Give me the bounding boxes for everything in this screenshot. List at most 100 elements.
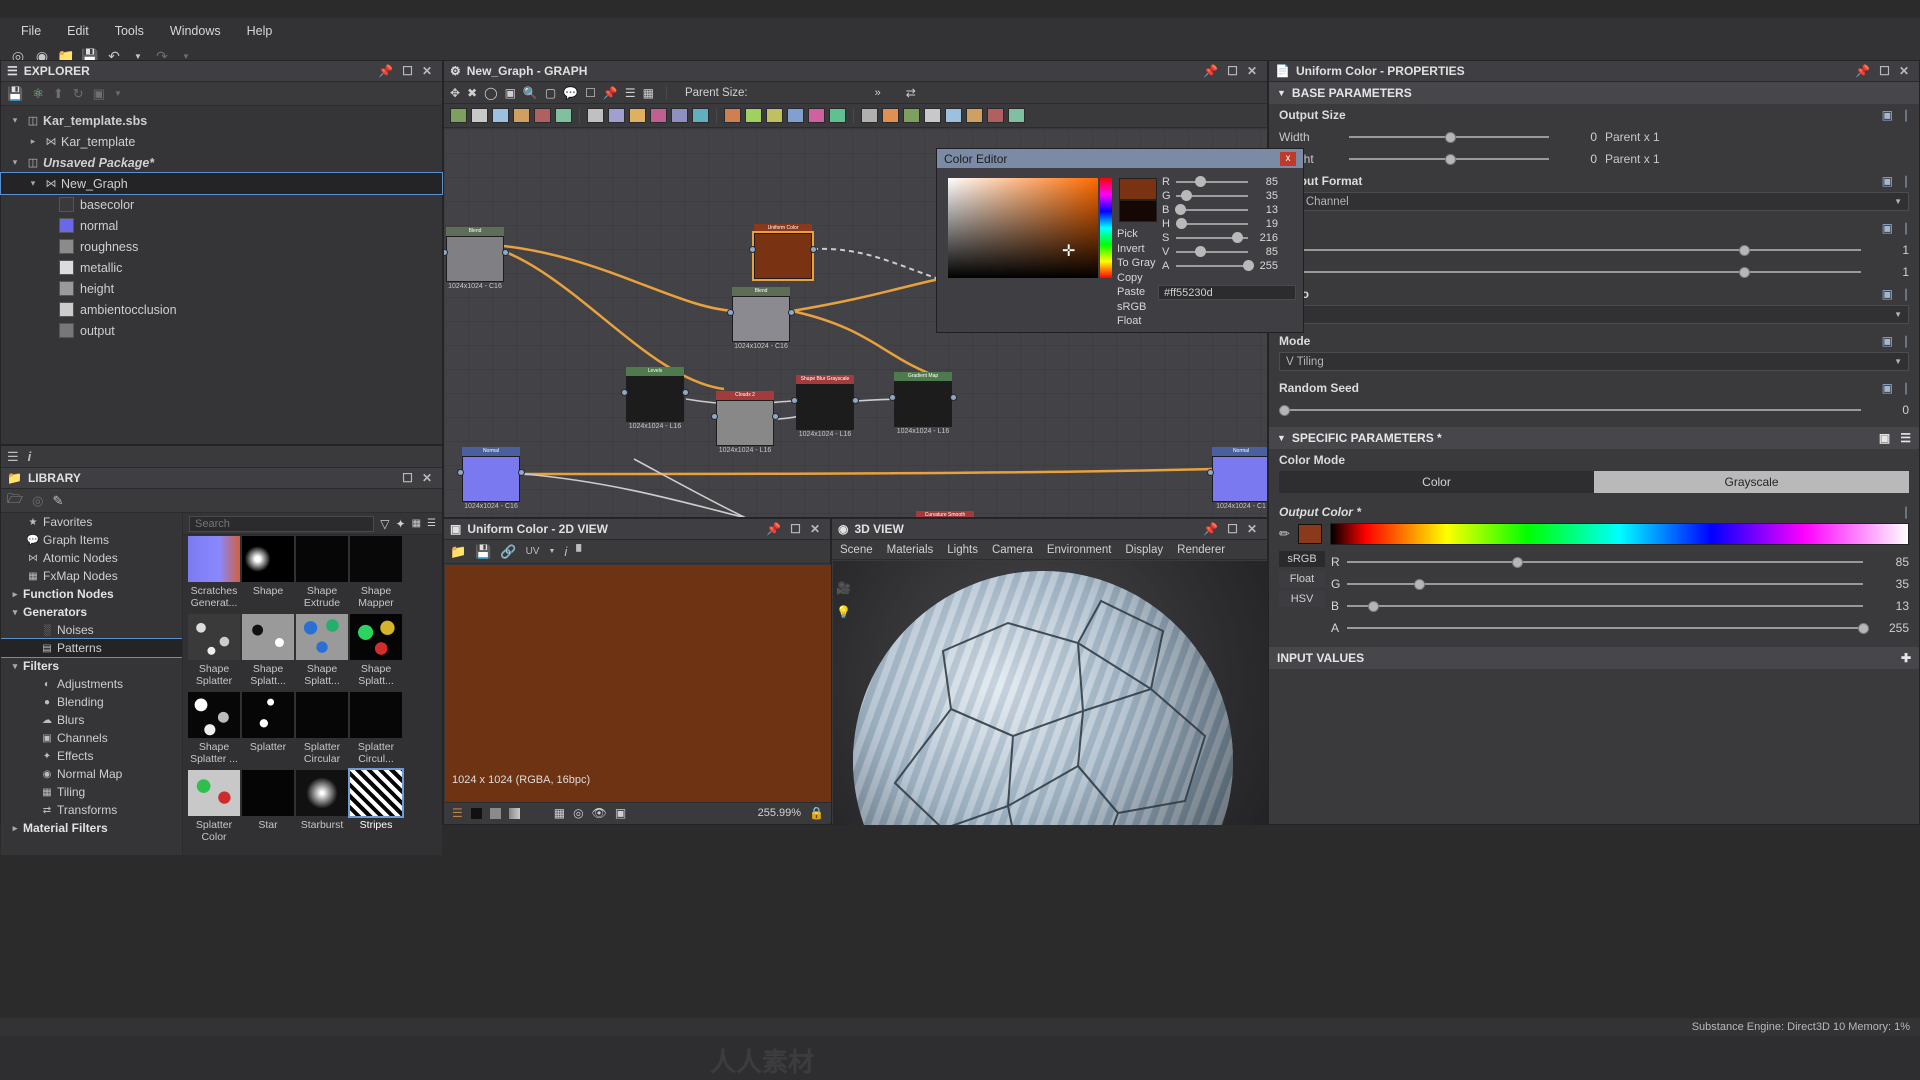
view2d-zoom[interactable]: 255.99% [758, 807, 801, 819]
channel-value[interactable]: 85 [1252, 246, 1278, 258]
graph-node-tool-14[interactable] [766, 108, 783, 123]
zoom-icon[interactable]: 🔍 [523, 86, 538, 100]
section-specific-parameters[interactable]: ▼ SPECIFIC PARAMETERS * ▣ ☰ [1269, 427, 1919, 449]
graph-node[interactable]: Blend 1024x1024 - C16 [444, 227, 509, 290]
graph-node-output-port[interactable] [852, 397, 859, 404]
graph-node[interactable]: Levels 1024x1024 - L16 [621, 367, 689, 430]
move-icon[interactable]: ✖ [467, 86, 477, 100]
graph-node-tool-6[interactable] [587, 108, 604, 123]
lock-icon[interactable]: 🔒 [809, 806, 824, 820]
graph-node-tool-11[interactable] [692, 108, 709, 123]
align-icon[interactable]: ☰ [625, 86, 636, 100]
grid-view-icon[interactable]: ▦ [412, 518, 421, 529]
graph-node-output-port[interactable] [772, 413, 779, 420]
channel-slider[interactable] [1176, 246, 1248, 257]
library-item[interactable]: Shape Splatt... [349, 613, 403, 691]
save-icon[interactable]: 💾 [475, 544, 491, 560]
expose-parameter-icon[interactable]: ▣ [1882, 287, 1893, 301]
channel-slider[interactable] [1347, 577, 1863, 591]
histogram-icon[interactable]: ▘ [576, 544, 586, 560]
graph-node-tool-24[interactable] [987, 108, 1004, 123]
link-nodes-icon[interactable]: ⇄ [906, 86, 916, 100]
library-item[interactable]: Shape Splatt... [295, 613, 349, 691]
output-format-combo[interactable]: per Channel ▼ [1279, 192, 1909, 211]
channel-slider[interactable] [1347, 599, 1863, 613]
copy-preset-icon[interactable]: ▣ [1879, 431, 1890, 445]
view3d-menu-renderer[interactable]: Renderer [1177, 544, 1225, 556]
graph-node-tool-2[interactable] [492, 108, 509, 123]
eyedropper-icon[interactable]: ✏ [1279, 526, 1290, 542]
library-category-effects[interactable]: ✦ Effects [1, 747, 182, 765]
uv-icon[interactable]: UV [526, 546, 540, 557]
graph-node-output-port[interactable] [518, 469, 525, 476]
channel-value[interactable]: 85 [1869, 555, 1909, 569]
save-icon[interactable]: 💾 [7, 86, 23, 102]
pin-icon[interactable]: 📌 [1203, 64, 1218, 78]
tab-hsv[interactable]: HSV [1279, 591, 1325, 607]
fit-icon[interactable]: ▢ [545, 86, 556, 100]
chevron-down-icon[interactable]: ▾ [7, 115, 23, 126]
library-item[interactable]: Shape Extrude [295, 535, 349, 613]
graph-node-tool-13[interactable] [745, 108, 762, 123]
preset-list-icon[interactable]: ☰ [1900, 431, 1911, 445]
graph-node-tool-25[interactable] [1008, 108, 1025, 123]
library-item[interactable]: Splatter Circular [295, 691, 349, 769]
graph-node[interactable]: Curvature Smooth1024x1024 - L16 [916, 511, 974, 517]
function-graph-icon[interactable]: ∣ [1903, 505, 1909, 519]
graph-node-input-port[interactable] [791, 397, 798, 404]
add-item-icon[interactable]: ◎ [32, 493, 43, 509]
channel-slider[interactable] [1347, 555, 1863, 569]
menu-file[interactable]: File [8, 21, 54, 41]
graph-node-tool-23[interactable] [966, 108, 983, 123]
channel-slider[interactable] [1174, 204, 1248, 215]
hue-band[interactable] [1329, 523, 1909, 545]
close-icon[interactable]: ✕ [1247, 522, 1257, 536]
library-category-favorites[interactable]: ★ Favorites [1, 513, 182, 531]
size-slider-1[interactable] [1279, 243, 1861, 257]
graph-node-output-port[interactable] [502, 249, 509, 256]
graph-node-output-port[interactable] [682, 389, 689, 396]
graph-node-tool-15[interactable] [787, 108, 804, 123]
parent-size-more[interactable]: » [875, 87, 881, 99]
explorer-row-kar-template-sbs[interactable]: ▾ ◫ Kar_template.sbs [1, 110, 442, 131]
library-item[interactable]: Shape Splatter [187, 613, 241, 691]
camera-icon[interactable]: 🎥 [836, 581, 851, 595]
graph-node-tool-5[interactable] [555, 108, 572, 123]
graph-node-tool-1[interactable] [471, 108, 488, 123]
graph-node-output-port[interactable] [788, 309, 795, 316]
graph-node-tool-17[interactable] [829, 108, 846, 123]
close-icon[interactable]: ✕ [810, 522, 820, 536]
output-color-swatch[interactable] [1297, 524, 1322, 544]
expose-parameter-icon[interactable]: ▣ [1882, 334, 1893, 348]
graph-node-tool-8[interactable] [629, 108, 646, 123]
library-category-normal-map[interactable]: ◉ Normal Map [1, 765, 182, 783]
channel-value[interactable]: 216 [1252, 232, 1278, 244]
graph-node-tool-7[interactable] [608, 108, 625, 123]
hue-strip[interactable] [1100, 178, 1112, 278]
channel-value[interactable]: 255 [1252, 260, 1278, 272]
library-category-blending[interactable]: ● Blending [1, 693, 182, 711]
graph-node[interactable]: Normal 1024x1024 - C16 [457, 447, 525, 510]
export-icon[interactable]: ⬆ [53, 86, 64, 102]
edit-pencil-icon[interactable]: ✎ [52, 493, 63, 509]
info-icon[interactable]: i [564, 544, 567, 559]
height-slider[interactable] [1349, 152, 1549, 166]
explorer-row-kar-template[interactable]: ▸ ⋈ Kar_template [1, 131, 442, 152]
add-resource-icon[interactable]: ▣ [93, 86, 105, 102]
scale-icon[interactable]: ▣ [505, 86, 516, 100]
graph-node-tool-19[interactable] [882, 108, 899, 123]
random-seed-slider[interactable] [1279, 403, 1861, 417]
channel-value[interactable]: 13 [1869, 599, 1909, 613]
pin-icon[interactable]: 📌 [766, 522, 781, 536]
random-seed-value[interactable]: 0 [1869, 403, 1909, 417]
grid-snap-icon[interactable]: ▦ [643, 86, 654, 100]
pointer-icon[interactable]: ✥ [450, 86, 460, 100]
library-category-transforms[interactable]: ⇄ Transforms [1, 801, 182, 819]
graph-node[interactable]: Gradient Map 1024x1024 - L16 [889, 372, 957, 435]
graph-node[interactable]: Normal 1024x1024 - C1 [1207, 447, 1267, 510]
channel-slider[interactable] [1176, 232, 1248, 243]
channel-slider[interactable] [1347, 621, 1869, 635]
graph-node[interactable]: Uniform Color [749, 224, 817, 281]
explorer-row-roughness[interactable]: roughness [1, 236, 442, 257]
expose-parameter-icon[interactable]: ▣ [1882, 221, 1893, 235]
